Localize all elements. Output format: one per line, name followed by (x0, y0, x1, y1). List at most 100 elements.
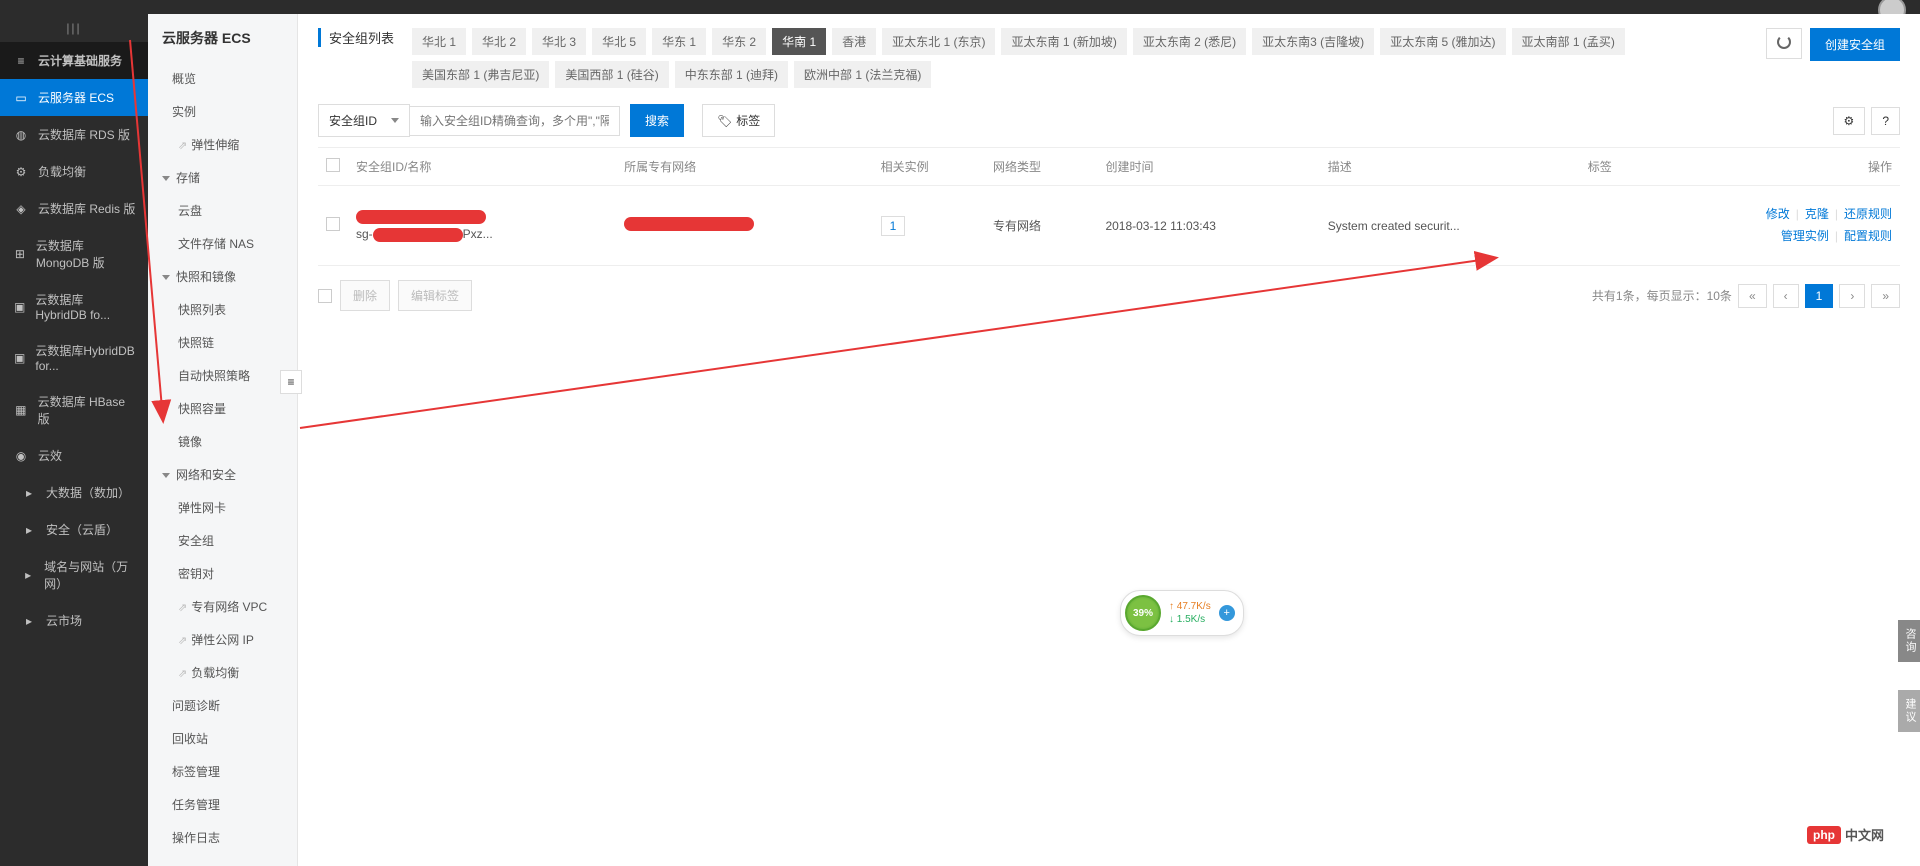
group-snapshot[interactable]: 快照和镜像 (148, 260, 297, 293)
sidebar-primary: ||| ≡ 云计算基础服务 ▭云服务器 ECS ◍云数据库 RDS 版 ⚙负载均… (0, 14, 148, 866)
region-tag[interactable]: 美国东部 1 (弗吉尼亚) (412, 61, 549, 88)
mongo-icon: ⊞ (14, 247, 26, 261)
instance-count-badge[interactable]: 1 (881, 216, 906, 236)
sec-security-group[interactable]: 安全组 (148, 524, 297, 557)
region-tag[interactable]: 华东 1 (652, 28, 706, 55)
nav-slb[interactable]: ⚙负载均衡 (0, 153, 148, 190)
region-tag[interactable]: 华南 1 (772, 28, 826, 55)
cell-nettype: 专有网络 (985, 186, 1097, 266)
group-network[interactable]: 网络和安全 (148, 458, 297, 491)
sec-slb[interactable]: ⇗负载均衡 (148, 656, 297, 689)
action-manage[interactable]: 管理实例 (1781, 229, 1829, 243)
sec-tasks[interactable]: 任务管理 (148, 788, 297, 821)
nav-hbase[interactable]: ▦云数据库 HBase 版 (0, 383, 148, 437)
side-consult[interactable]: 咨询 (1898, 620, 1920, 662)
region-tag[interactable]: 美国西部 1 (硅谷) (555, 61, 668, 88)
action-modify[interactable]: 修改 (1766, 207, 1790, 221)
nav-redis[interactable]: ◈云数据库 Redis 版 (0, 190, 148, 227)
page-current[interactable]: 1 (1805, 284, 1834, 308)
nav-hybriddb2[interactable]: ▣云数据库HybridDB for... (0, 332, 148, 383)
link-icon: ⇗ (178, 668, 187, 680)
plus-icon[interactable]: + (1219, 605, 1235, 621)
region-tag[interactable]: 中东东部 1 (迪拜) (675, 61, 788, 88)
page-first[interactable]: « (1738, 284, 1767, 308)
nav-market[interactable]: ▸云市场 (0, 602, 148, 639)
action-config[interactable]: 配置规则 (1844, 229, 1892, 243)
page-last[interactable]: » (1871, 284, 1900, 308)
sec-vpc[interactable]: ⇗专有网络 VPC (148, 590, 297, 623)
create-security-group-button[interactable]: 创建安全组 (1810, 28, 1900, 61)
row-checkbox[interactable] (326, 217, 340, 231)
sec-keypair[interactable]: 密钥对 (148, 557, 297, 590)
hybrid-icon: ▣ (14, 300, 25, 314)
region-tag[interactable]: 亚太东南 5 (雅加达) (1380, 28, 1505, 55)
tag-icon: 🏷 (717, 114, 732, 128)
region-tag[interactable]: 华北 5 (592, 28, 646, 55)
nav-hybriddb1[interactable]: ▣云数据库 HybridDB fo... (0, 281, 148, 332)
sec-snappolicy[interactable]: 自动快照策略 (148, 359, 297, 392)
pagination-summary: 共有1条，每页显示：10条 (1592, 287, 1732, 304)
nav-rds[interactable]: ◍云数据库 RDS 版 (0, 116, 148, 153)
col-id: 安全组ID/名称 (348, 148, 616, 186)
action-clone[interactable]: 克隆 (1805, 207, 1829, 221)
sec-diagnosis[interactable]: 问题诊断 (148, 689, 297, 722)
redis-icon: ◈ (14, 202, 28, 216)
sec-autoscale[interactable]: ⇗弹性伸缩 (148, 128, 297, 161)
region-tag[interactable]: 亚太南部 1 (孟买) (1512, 28, 1625, 55)
caret-down-icon (162, 473, 170, 478)
cell-tags (1580, 186, 1650, 266)
sec-snapchain[interactable]: 快照链 (148, 326, 297, 359)
region-tag[interactable]: 亚太东南3 (吉隆坡) (1252, 28, 1374, 55)
sec-snapcapacity[interactable]: 快照容量 (148, 392, 297, 425)
sec-image[interactable]: 镜像 (148, 425, 297, 458)
refresh-button[interactable] (1766, 28, 1802, 59)
page-prev[interactable]: ‹ (1773, 284, 1799, 308)
sec-snaplist[interactable]: 快照列表 (148, 293, 297, 326)
side-suggest[interactable]: 建议 (1898, 690, 1920, 732)
region-tag[interactable]: 华北 2 (472, 28, 526, 55)
sec-eip[interactable]: ⇗弹性公网 IP (148, 623, 297, 656)
nav-ecs[interactable]: ▭云服务器 ECS (0, 79, 148, 116)
nav-domain[interactable]: ▸域名与网站（万网） (0, 548, 148, 602)
sec-oplog[interactable]: 操作日志 (148, 821, 297, 854)
nav-security[interactable]: ▸安全（云盾） (0, 511, 148, 548)
footer-select-all[interactable] (318, 289, 332, 303)
region-tag[interactable]: 华北 3 (532, 28, 586, 55)
help-button[interactable]: ? (1871, 107, 1900, 135)
chevron-right-icon: ▸ (22, 568, 34, 582)
search-button[interactable]: 搜索 (630, 104, 684, 137)
region-tag[interactable]: 欧洲中部 1 (法兰克福) (794, 61, 931, 88)
secondary-collapse-handle[interactable]: ≡ (280, 370, 302, 394)
region-tag[interactable]: 亚太东南 1 (新加坡) (1001, 28, 1126, 55)
region-tag[interactable]: 亚太东北 1 (东京) (882, 28, 995, 55)
sec-overview[interactable]: 概览 (148, 62, 297, 95)
select-all-checkbox[interactable] (326, 158, 340, 172)
sec-recycle[interactable]: 回收站 (148, 722, 297, 755)
hybrid-icon: ▣ (14, 351, 25, 365)
action-restore[interactable]: 还原规则 (1844, 207, 1892, 221)
tag-filter-button[interactable]: 🏷 标签 (702, 104, 775, 137)
region-tag[interactable]: 华东 2 (712, 28, 766, 55)
sec-nas[interactable]: 文件存储 NAS (148, 227, 297, 260)
network-speed-widget[interactable]: 39% ↑ 47.7K/s ↓ 1.5K/s + (1120, 590, 1244, 636)
region-tag[interactable]: 亚太东南 2 (悉尼) (1133, 28, 1246, 55)
search-input[interactable] (410, 106, 620, 136)
region-tag[interactable]: 华北 1 (412, 28, 466, 55)
search-filter-select[interactable]: 安全组ID (318, 104, 410, 137)
nav-yunxiao[interactable]: ◉云效 (0, 437, 148, 474)
page-next[interactable]: › (1839, 284, 1865, 308)
region-tag[interactable]: 香港 (832, 28, 876, 55)
sidebar-header[interactable]: ≡ 云计算基础服务 (0, 42, 148, 79)
nav-mongodb[interactable]: ⊞云数据库 MongoDB 版 (0, 227, 148, 281)
sidebar-collapse-handle[interactable]: ||| (0, 14, 148, 42)
edit-tag-button[interactable]: 编辑标签 (398, 280, 472, 311)
nav-bigdata[interactable]: ▸大数据（数加） (0, 474, 148, 511)
sec-tags[interactable]: 标签管理 (148, 755, 297, 788)
sec-eni[interactable]: 弹性网卡 (148, 491, 297, 524)
settings-button[interactable]: ⚙ (1833, 107, 1866, 135)
sec-clouddisk[interactable]: 云盘 (148, 194, 297, 227)
sec-instances[interactable]: 实例 (148, 95, 297, 128)
watermark: php 中文网 (1807, 825, 1884, 844)
delete-button[interactable]: 删除 (340, 280, 390, 311)
group-storage[interactable]: 存储 (148, 161, 297, 194)
